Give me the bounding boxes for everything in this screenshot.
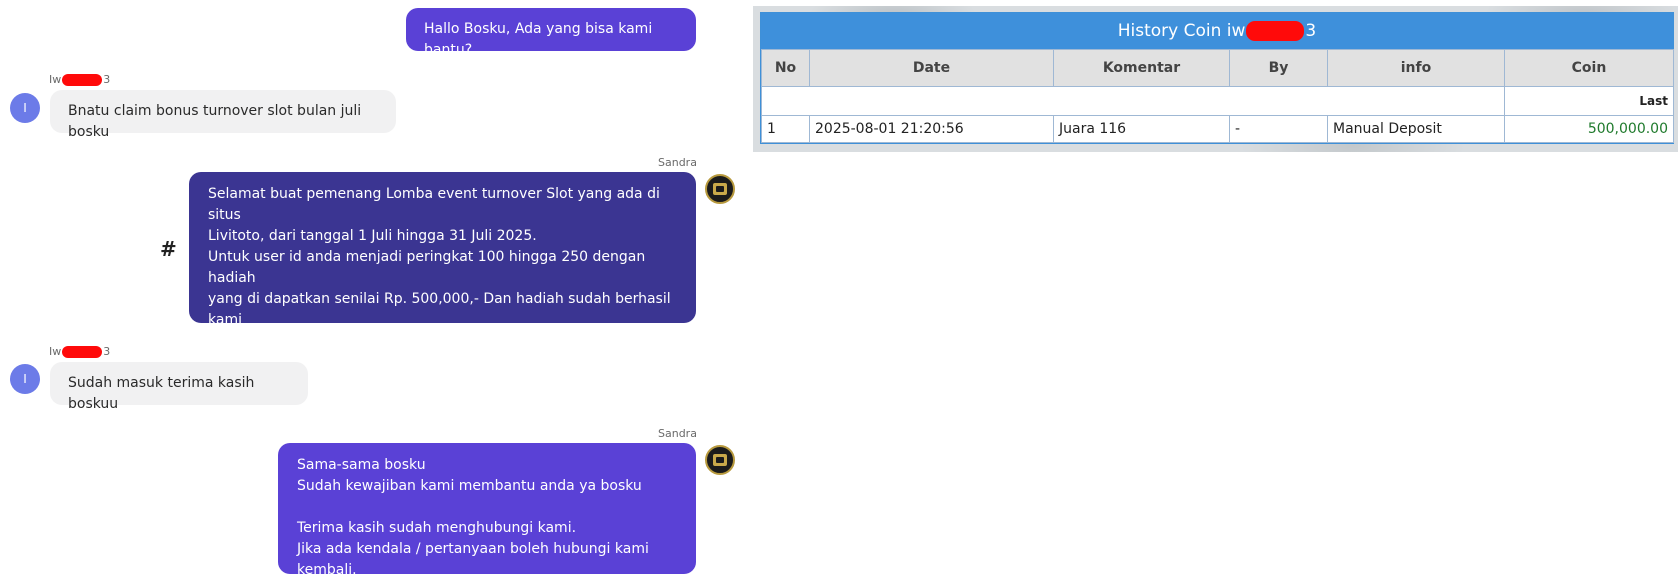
history-panel-background: History Coin iw 3 No Date Komentar By inf… [753, 6, 1678, 152]
cell-no: 1 [761, 115, 810, 143]
redaction-mark [62, 346, 103, 358]
cell-info: Manual Deposit [1327, 115, 1505, 143]
cell-coin: 500,000.00 [1504, 115, 1674, 143]
column-header-by: By [1229, 49, 1328, 87]
history-coin-table: History Coin iw 3 No Date Komentar By inf… [760, 12, 1674, 144]
sender-name: Iw 3 [49, 73, 111, 86]
empty-cell [761, 86, 1505, 116]
agent-avatar [705, 445, 735, 475]
user-avatar: I [10, 364, 40, 394]
chat-panel: Hallo Bosku, Ada yang bisa kami bantu? I… [0, 0, 735, 583]
column-header-date: Date [809, 49, 1054, 87]
agent-message: Sama-sama bosku Sudah kewajiban kami mem… [278, 443, 696, 578]
brand-logo-icon [713, 183, 727, 195]
table-header-row: No Date Komentar By info Coin [761, 49, 1674, 87]
redaction-mark [62, 74, 103, 86]
agent-message: Selamat buat pemenang Lomba event turnov… [189, 172, 696, 370]
message-text: Selamat buat pemenang Lomba event turnov… [208, 186, 671, 370]
sender-name: Sandra [658, 427, 697, 440]
last-label: Last [1504, 86, 1674, 116]
user-message: Sudah masuk terima kasih boskuu [50, 362, 308, 412]
message-text: Sama-sama bosku Sudah kewajiban kami mem… [297, 457, 649, 578]
cell-komentar: Juara 116 [1053, 115, 1230, 143]
user-avatar: I [10, 93, 40, 123]
user-message: Bnatu claim bonus turnover slot bulan ju… [50, 90, 396, 140]
last-row: Last [761, 86, 1674, 116]
column-header-info: info [1327, 49, 1505, 87]
sender-name: Sandra [658, 156, 697, 169]
brand-logo-icon [713, 454, 727, 466]
history-title: History Coin iw 3 [761, 13, 1673, 49]
cell-date: 2025-08-01 21:20:56 [809, 115, 1054, 143]
hash-icon: # [160, 237, 177, 261]
column-header-coin: Coin [1504, 49, 1674, 87]
column-header-no: No [761, 49, 810, 87]
redaction-mark [1246, 21, 1305, 41]
table-row: 1 2025-08-01 21:20:56 Juara 116 - Manual… [761, 115, 1674, 143]
message-text: Bnatu claim bonus turnover slot bulan ju… [68, 103, 366, 140]
agent-message: Hallo Bosku, Ada yang bisa kami bantu? [406, 8, 696, 58]
column-header-komentar: Komentar [1053, 49, 1230, 87]
sender-name: Iw 3 [49, 345, 111, 358]
cell-by: - [1229, 115, 1328, 143]
agent-avatar [705, 174, 735, 204]
history-table: No Date Komentar By info Coin Last 1 202… [761, 49, 1674, 143]
message-text: Sudah masuk terima kasih boskuu [68, 375, 259, 412]
message-text: Hallo Bosku, Ada yang bisa kami bantu? [424, 21, 657, 58]
